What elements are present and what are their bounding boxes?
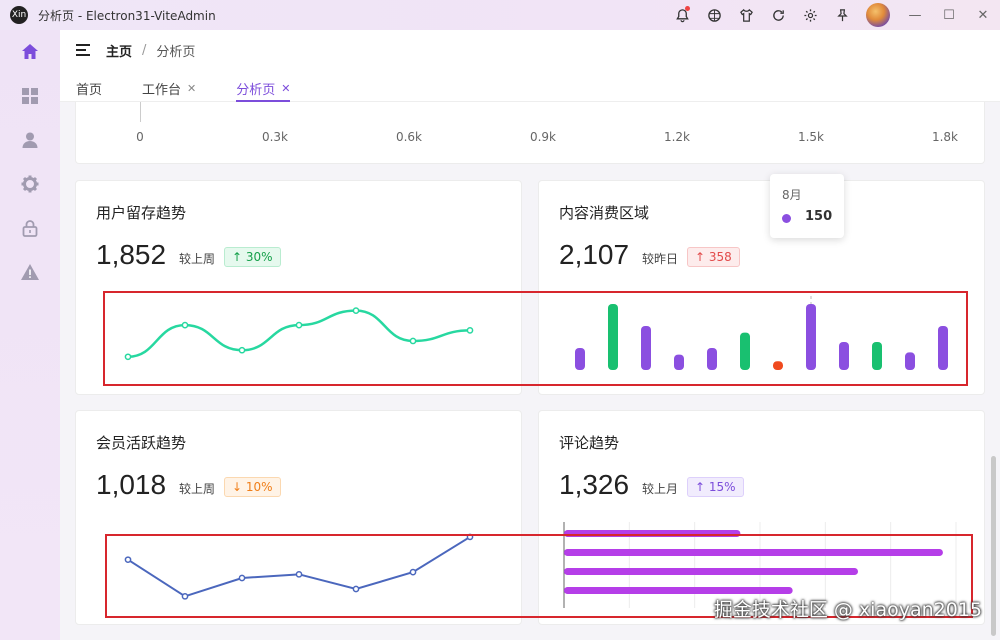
- axis-line: [140, 102, 141, 122]
- card-value: 2,107: [559, 239, 630, 270]
- axis-card: 0 0.3k 0.6k 0.9k 1.2k 1.5k 1.8k: [75, 102, 985, 164]
- lock-icon: [22, 220, 38, 237]
- refresh-icon[interactable]: [762, 0, 794, 30]
- tick-label: 0.3k: [261, 130, 289, 144]
- highlight-box: [103, 291, 968, 386]
- status-badge: ↓ 10%: [224, 477, 281, 497]
- compare-label: 较上月: [642, 482, 679, 496]
- gear-icon: [21, 175, 39, 193]
- card-title: 用户留存趋势: [96, 204, 187, 222]
- chart-tooltip: 8月 150: [770, 174, 844, 238]
- sidebar-item-exception[interactable]: [0, 250, 60, 294]
- minimize-button[interactable]: —: [898, 0, 932, 30]
- tick-label: 0: [136, 130, 144, 144]
- tab-analysis[interactable]: 分析页 ✕: [236, 74, 291, 102]
- notification-dot: [685, 6, 690, 11]
- card-value: 1,018: [96, 469, 167, 500]
- status-badge: ↑ 30%: [224, 247, 281, 267]
- tick-label: 1.8k: [931, 130, 959, 144]
- sidebar-item-settings[interactable]: [0, 162, 60, 206]
- status-badge: ↑ 358: [687, 247, 740, 267]
- tick-label: 0.9k: [529, 130, 557, 144]
- title-bar: Xin 分析页 - Electron31-ViteAdmin — ☐ ✕: [0, 0, 1000, 30]
- tick-label: 1.5k: [797, 130, 825, 144]
- maximize-button[interactable]: ☐: [932, 0, 966, 30]
- page-header: 主页 / 分析页 首页 工作台 ✕ 分析页 ✕: [60, 30, 1000, 102]
- sidebar: [0, 30, 60, 640]
- card-title: 内容消费区域: [559, 204, 650, 222]
- card-title: 评论趋势: [559, 434, 620, 452]
- tooltip-value: 150: [805, 209, 833, 224]
- close-icon[interactable]: ✕: [281, 82, 290, 95]
- avatar[interactable]: [866, 3, 890, 27]
- bell-icon[interactable]: [666, 0, 698, 30]
- sidebar-item-user[interactable]: [0, 118, 60, 162]
- tab-bar: 首页 工作台 ✕ 分析页 ✕: [76, 74, 330, 102]
- tab-home[interactable]: 首页: [76, 74, 102, 102]
- settings-icon[interactable]: [794, 0, 826, 30]
- compare-label: 较上周: [179, 482, 216, 496]
- sidebar-item-home[interactable]: [0, 30, 60, 74]
- close-button[interactable]: ✕: [966, 0, 1000, 30]
- warning-icon: [21, 264, 39, 280]
- user-icon: [22, 132, 38, 148]
- tab-workbench[interactable]: 工作台 ✕: [142, 74, 196, 102]
- tab-label: 工作台: [142, 82, 182, 98]
- titlebar-actions: — ☐ ✕: [666, 0, 1000, 30]
- close-icon[interactable]: ✕: [187, 82, 196, 95]
- home-icon: [22, 44, 38, 59]
- card-title: 会员活跃趋势: [96, 434, 187, 452]
- status-badge: ↑ 15%: [687, 477, 744, 497]
- watermark: 掘金技术社区 @ xiaoyan2015: [713, 599, 982, 621]
- app-logo: Xin: [10, 6, 28, 24]
- tab-label: 分析页: [236, 82, 276, 98]
- compare-label: 较昨日: [642, 252, 679, 266]
- tooltip-marker: [782, 214, 791, 223]
- card-value: 1,852: [96, 239, 167, 270]
- tooltip-title: 8月: [782, 188, 802, 202]
- breadcrumb-root[interactable]: 主页: [106, 41, 132, 60]
- theme-icon[interactable]: [698, 0, 730, 30]
- compare-label: 较上周: [179, 252, 216, 266]
- window-title: 分析页 - Electron31-ViteAdmin: [38, 8, 216, 23]
- breadcrumb: 主页 / 分析页: [76, 40, 195, 60]
- breadcrumb-separator: /: [142, 42, 147, 58]
- tick-label: 1.2k: [663, 130, 691, 144]
- tick-label: 0.6k: [395, 130, 423, 144]
- grid-icon: [22, 88, 38, 104]
- breadcrumb-current: 分析页: [156, 44, 196, 60]
- sidebar-item-security[interactable]: [0, 206, 60, 250]
- menu-toggle-icon[interactable]: [76, 44, 90, 56]
- card-value: 1,326: [559, 469, 630, 500]
- tab-label: 首页: [76, 82, 103, 98]
- shirt-icon[interactable]: [730, 0, 762, 30]
- scrollbar[interactable]: [991, 456, 996, 636]
- pin-icon[interactable]: [826, 0, 858, 30]
- sidebar-item-dashboard[interactable]: [0, 74, 60, 118]
